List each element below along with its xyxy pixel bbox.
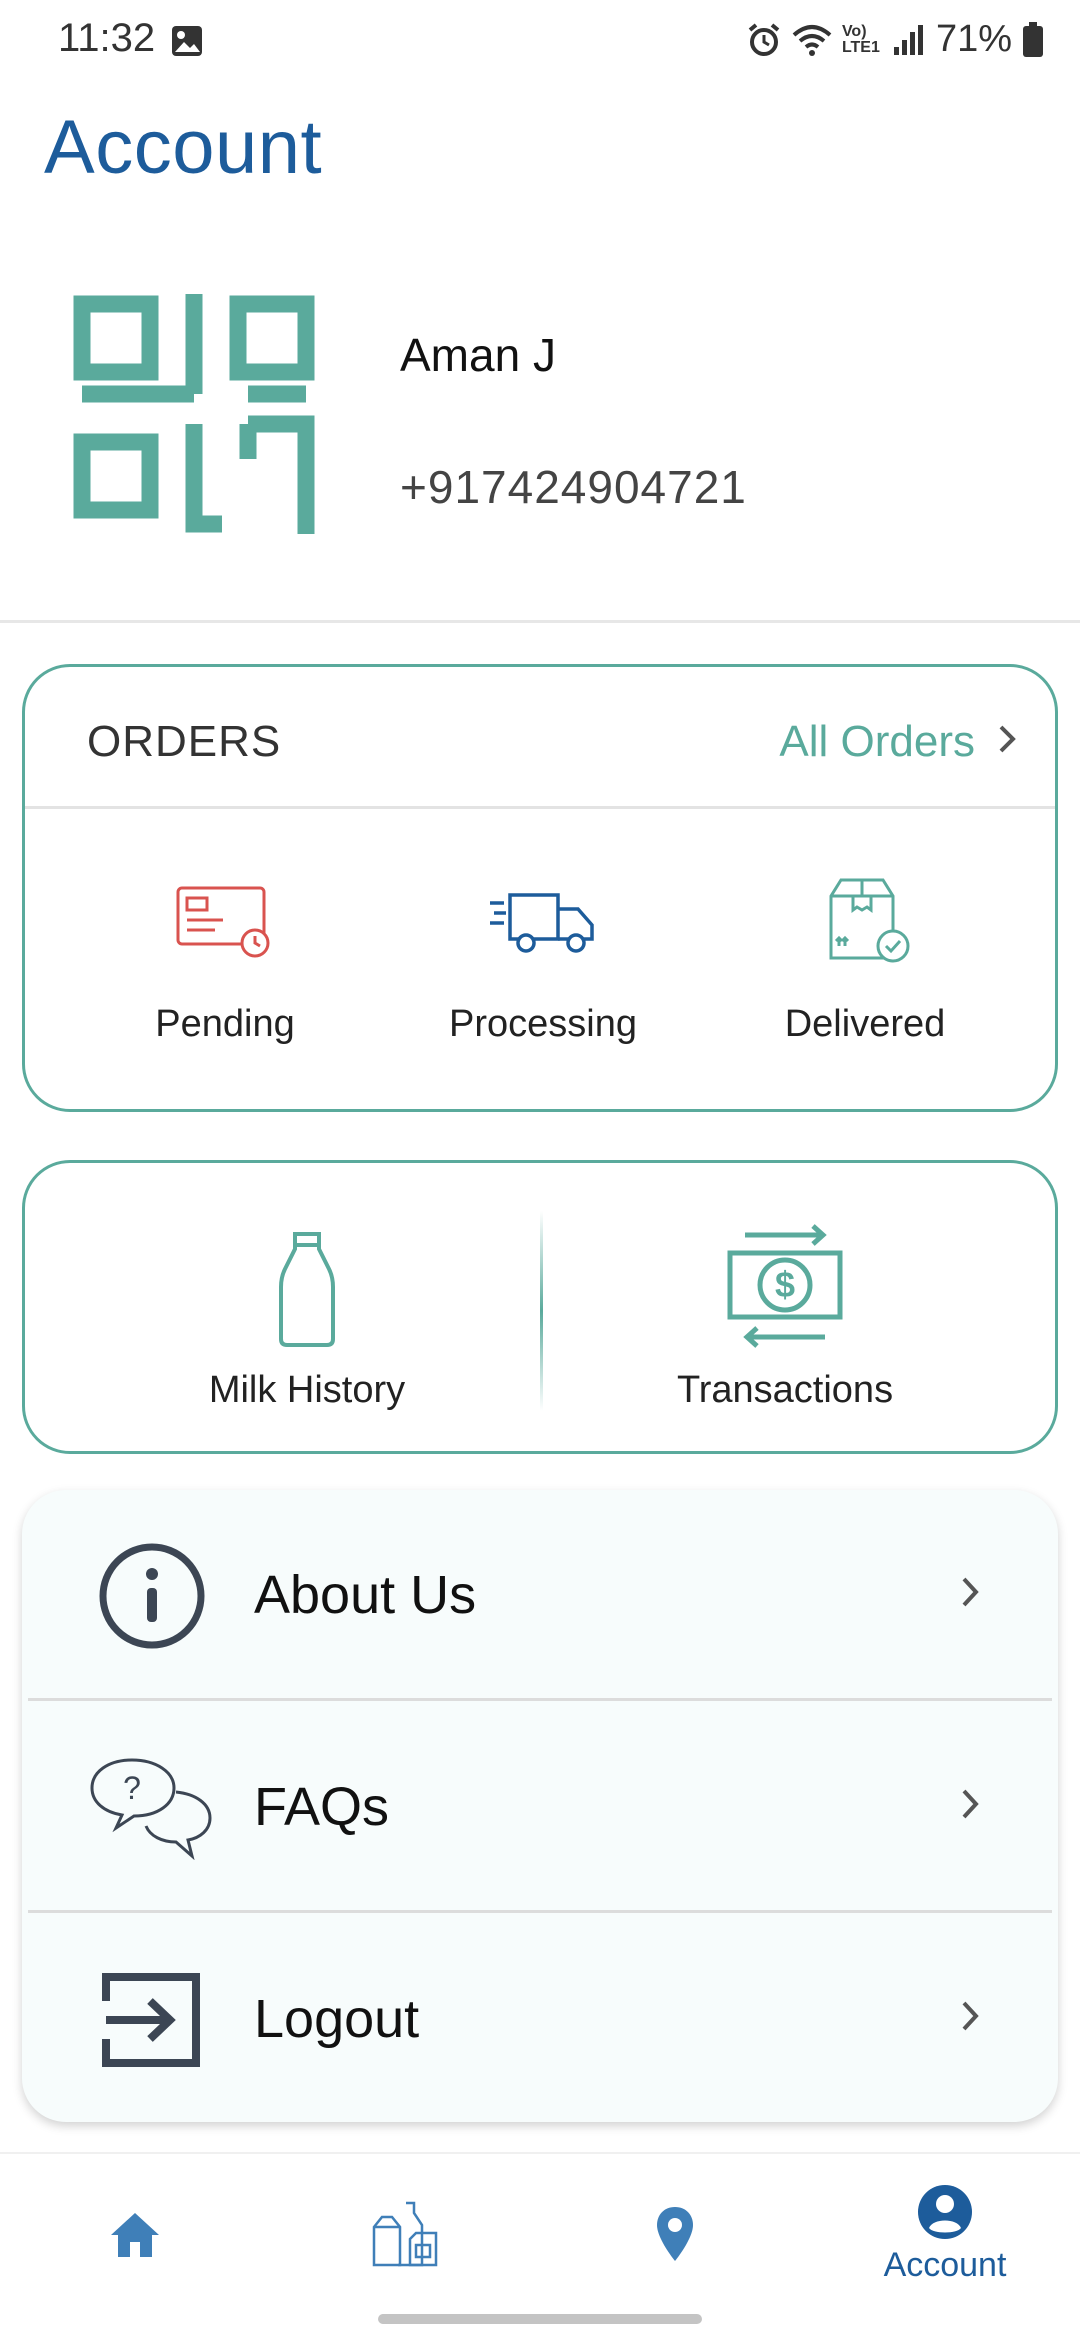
- delivery-truck-icon: [490, 893, 594, 953]
- menu-divider: [28, 1698, 1052, 1701]
- page-title: Account: [44, 105, 323, 190]
- transactions-button[interactable]: $ Transactions: [575, 1219, 995, 1412]
- profile-name: Aman J: [400, 329, 556, 381]
- menu-card: About Us ? FAQs Logout: [22, 1490, 1058, 2122]
- status-bar: 11:32 Vo) LTE1 71%: [0, 0, 1080, 80]
- svg-text:$: $: [775, 1264, 795, 1305]
- order-status-pending[interactable]: Pending: [55, 867, 395, 1046]
- faq-chat-icon: ?: [90, 1758, 212, 1860]
- chevron-right-icon: [962, 1577, 979, 1607]
- milk-history-button[interactable]: Milk History: [97, 1219, 517, 1412]
- package-check-icon: [829, 878, 910, 963]
- home-icon: [111, 2213, 159, 2257]
- brand-logo-icon: [72, 294, 330, 557]
- logout-icon: [102, 1973, 200, 2067]
- divider: [540, 1211, 543, 1411]
- all-orders-link[interactable]: All Orders: [779, 717, 975, 767]
- transactions-label: Transactions: [676, 1369, 894, 1411]
- chevron-right-icon: [962, 1789, 979, 1819]
- menu-item-label: Logout: [254, 1989, 420, 2049]
- battery-percent: 71%: [935, 18, 1012, 60]
- menu-item-label: About Us: [254, 1565, 477, 1625]
- wifi-icon: [792, 24, 832, 56]
- orders-title: ORDERS: [87, 717, 282, 766]
- account-icon: [918, 2184, 972, 2239]
- order-status-delivered[interactable]: Delivered: [695, 867, 1035, 1046]
- chevron-right-icon: [962, 2001, 979, 2031]
- status-label: Delivered: [784, 1003, 946, 1045]
- profile-section: Aman J +917424904721: [0, 260, 1080, 623]
- profile-phone: +917424904721: [400, 461, 747, 513]
- info-icon: [99, 1543, 205, 1649]
- milk-bottle-icon: [279, 1232, 335, 1347]
- network-type: Vo) LTE1: [841, 22, 880, 56]
- gallery-notification-icon: [170, 24, 204, 63]
- home-indicator[interactable]: [378, 2314, 702, 2324]
- status-label: Processing: [449, 1003, 637, 1045]
- battery-icon: [1023, 21, 1043, 57]
- milk-products-icon: [372, 2201, 438, 2267]
- money-transfer-icon: $: [727, 1224, 843, 1348]
- milk-history-label: Milk History: [208, 1369, 406, 1411]
- nav-home[interactable]: [0, 2154, 270, 2314]
- status-indicators: Vo) LTE1 71%: [746, 18, 1044, 61]
- menu-item-about-us[interactable]: About Us: [22, 1490, 1058, 1702]
- quick-links-card: Milk History $ Transactions: [22, 1160, 1058, 1454]
- order-status-processing[interactable]: Processing: [373, 867, 713, 1046]
- svg-text:?: ?: [123, 1770, 141, 1806]
- card-clock-icon: [176, 886, 270, 958]
- orders-header: ORDERS All Orders: [25, 667, 1055, 809]
- menu-item-label: FAQs: [254, 1777, 390, 1837]
- alarm-icon: [748, 22, 780, 56]
- status-time: 11:32: [58, 16, 156, 60]
- orders-card: ORDERS All Orders Pending Processing Del…: [22, 664, 1058, 1112]
- menu-item-faqs[interactable]: ? FAQs: [22, 1702, 1058, 1914]
- nav-products[interactable]: [270, 2154, 540, 2314]
- nav-account[interactable]: Account: [810, 2154, 1080, 2314]
- location-pin-icon: [657, 2207, 693, 2261]
- nav-account-label: Account: [883, 2245, 1007, 2284]
- signal-icon: [893, 24, 923, 55]
- status-label: Pending: [155, 1003, 295, 1045]
- chevron-right-icon[interactable]: [997, 723, 1017, 755]
- nav-location[interactable]: [540, 2154, 810, 2314]
- menu-divider: [28, 1910, 1052, 1913]
- menu-item-logout[interactable]: Logout: [22, 1914, 1058, 2122]
